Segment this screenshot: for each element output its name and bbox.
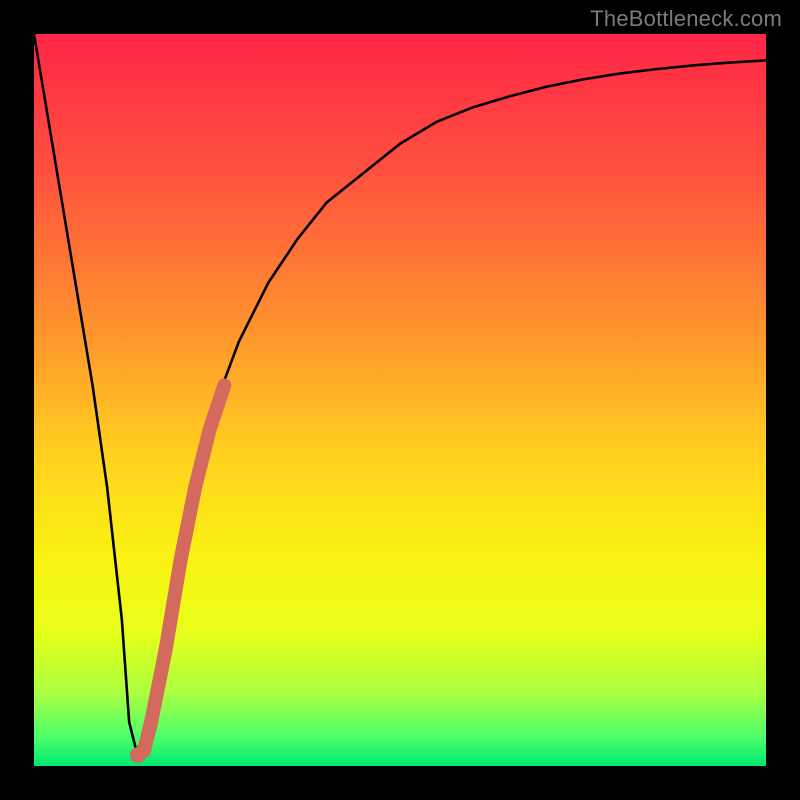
- highlight-anchor-dot: [130, 747, 146, 763]
- chart-frame: TheBottleneck.com: [0, 0, 800, 800]
- bottleneck-chart: [34, 34, 766, 766]
- plot-area: [34, 34, 766, 766]
- attribution-text: TheBottleneck.com: [590, 6, 782, 32]
